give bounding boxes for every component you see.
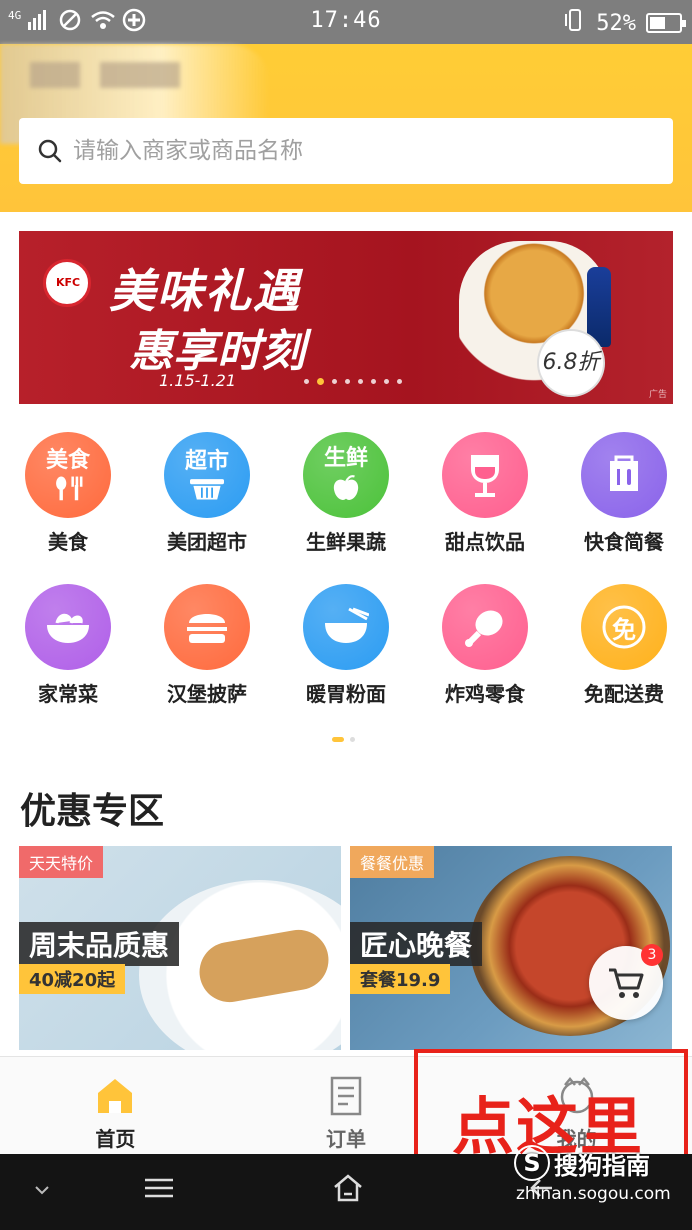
banner-dot <box>397 379 402 384</box>
category-label: 炸鸡零食 <box>445 682 525 706</box>
promo-tag: 天天特价 <box>19 846 104 878</box>
banner-headline: 美味礼遇 <box>109 264 301 318</box>
banner-subline: 惠享时刻 <box>129 326 305 377</box>
menu-icon[interactable] <box>144 1176 174 1204</box>
battery-fill <box>650 17 665 29</box>
status-bar: 4G 17:46 52% <box>0 0 692 44</box>
category-row: 美食 美食 超市 美团超市 生鲜 生鲜果蔬 甜点饮品 快食简餐 <box>0 432 692 584</box>
battery-percent: 52% <box>596 10 636 36</box>
search-bar[interactable] <box>19 118 673 184</box>
basket-icon: 超市 <box>164 432 250 518</box>
banner-dot <box>332 379 337 384</box>
category-icon-text: 免 <box>612 615 636 644</box>
home-nav-icon[interactable] <box>332 1172 364 1208</box>
category-label: 快食简餐 <box>584 530 664 554</box>
search-input[interactable] <box>73 138 633 164</box>
promo-card-weekend[interactable]: 天天特价 周末品质惠 40减20起 <box>19 846 341 1050</box>
kfc-logo <box>43 259 91 307</box>
category-label: 汉堡披萨 <box>167 682 247 706</box>
category-item[interactable]: 暖胃粉面 <box>284 584 408 736</box>
takeout-box-icon <box>581 432 667 518</box>
banner-dates: 1.15-1.21 <box>159 371 237 390</box>
category-icon-text: 美食 <box>45 448 90 473</box>
category-grid: 美食 美食 超市 美团超市 生鲜 生鲜果蔬 甜点饮品 快食简餐 家常菜 汉堡披萨 暖胃粉面 炸鸡零食免… <box>0 432 692 736</box>
category-item[interactable]: 家常菜 <box>6 584 130 736</box>
category-row: 家常菜 汉堡披萨 暖胃粉面 炸鸡零食 免免配送费 <box>0 584 692 736</box>
page-dot-active <box>332 737 344 742</box>
promo-deal: 套餐19.9 <box>350 964 451 994</box>
category-icon-text: 生鲜 <box>323 446 368 471</box>
watermark-url: zhinan.sogou.com <box>516 1184 671 1204</box>
page-dot <box>350 737 355 742</box>
banner-dot <box>358 379 363 384</box>
discount-badge: 6.8折 <box>539 331 603 395</box>
category-label: 家常菜 <box>38 682 98 706</box>
category-item[interactable]: 美食 美食 <box>6 432 130 584</box>
promo-section-title: 优惠专区 <box>20 791 165 832</box>
search-icon <box>38 139 62 163</box>
sogou-logo: S <box>514 1145 550 1181</box>
banner-dot <box>371 379 376 384</box>
salad-bowl-icon <box>25 584 111 670</box>
ad-tag: 广告 <box>648 390 667 400</box>
home-icon <box>98 1079 133 1113</box>
header <box>0 44 692 212</box>
fork-spoon-icon: 美食 <box>25 432 111 518</box>
cart-icon <box>609 968 644 998</box>
category-label: 美团超市 <box>167 530 247 554</box>
category-item[interactable]: 甜点饮品 <box>423 432 547 584</box>
banner-dot <box>345 379 350 384</box>
sogou-watermark: S 搜狗指南 <box>514 1145 650 1181</box>
drumstick-icon <box>442 584 528 670</box>
category-pagination <box>332 737 355 742</box>
cart-button[interactable]: 3 <box>589 944 663 1020</box>
banner-dot <box>304 379 309 384</box>
cart-badge: 3 <box>641 944 663 966</box>
category-icon-text: 超市 <box>184 449 229 474</box>
category-item[interactable]: 汉堡披萨 <box>145 584 269 736</box>
free-delivery-icon: 免 <box>581 584 667 670</box>
tab-label: 订单 <box>326 1127 366 1151</box>
category-label: 甜点饮品 <box>445 530 525 554</box>
promo-name: 周末品质惠 <box>19 922 180 966</box>
category-item[interactable]: 免免配送费 <box>562 584 686 736</box>
category-label: 免配送费 <box>584 682 664 706</box>
promo-banner[interactable]: 美味礼遇 惠享时刻 1.15-1.21 6.8折 广告 <box>19 231 673 404</box>
battery-icon <box>646 13 686 33</box>
category-label: 美食 <box>48 530 88 554</box>
category-item[interactable]: 快食简餐 <box>562 432 686 584</box>
noodle-bowl-icon <box>303 584 389 670</box>
category-item[interactable]: 生鲜 生鲜果蔬 <box>284 432 408 584</box>
soda-bottle-image <box>587 267 611 347</box>
burger-icon <box>164 584 250 670</box>
watermark-text: 搜狗指南 <box>554 1151 650 1180</box>
orders-icon <box>330 1076 362 1116</box>
apple-icon: 生鲜 <box>303 432 389 518</box>
category-label: 暖胃粉面 <box>306 682 386 706</box>
vibrate-icon <box>564 8 586 38</box>
banner-pagination <box>304 378 402 385</box>
tab-home[interactable]: 首页 <box>0 1057 231 1154</box>
banner-dot-active <box>317 378 324 385</box>
promo-deal: 40减20起 <box>19 964 126 994</box>
promo-name: 匠心晚餐 <box>350 922 483 966</box>
chevron-down-icon[interactable] <box>32 1182 52 1201</box>
category-label: 生鲜果蔬 <box>306 530 386 554</box>
category-item[interactable]: 炸鸡零食 <box>423 584 547 736</box>
category-item[interactable]: 超市 美团超市 <box>145 432 269 584</box>
promo-tag: 餐餐优惠 <box>350 846 435 878</box>
wine-glass-icon <box>442 432 528 518</box>
tab-label: 首页 <box>95 1127 136 1151</box>
banner-dot <box>384 379 389 384</box>
